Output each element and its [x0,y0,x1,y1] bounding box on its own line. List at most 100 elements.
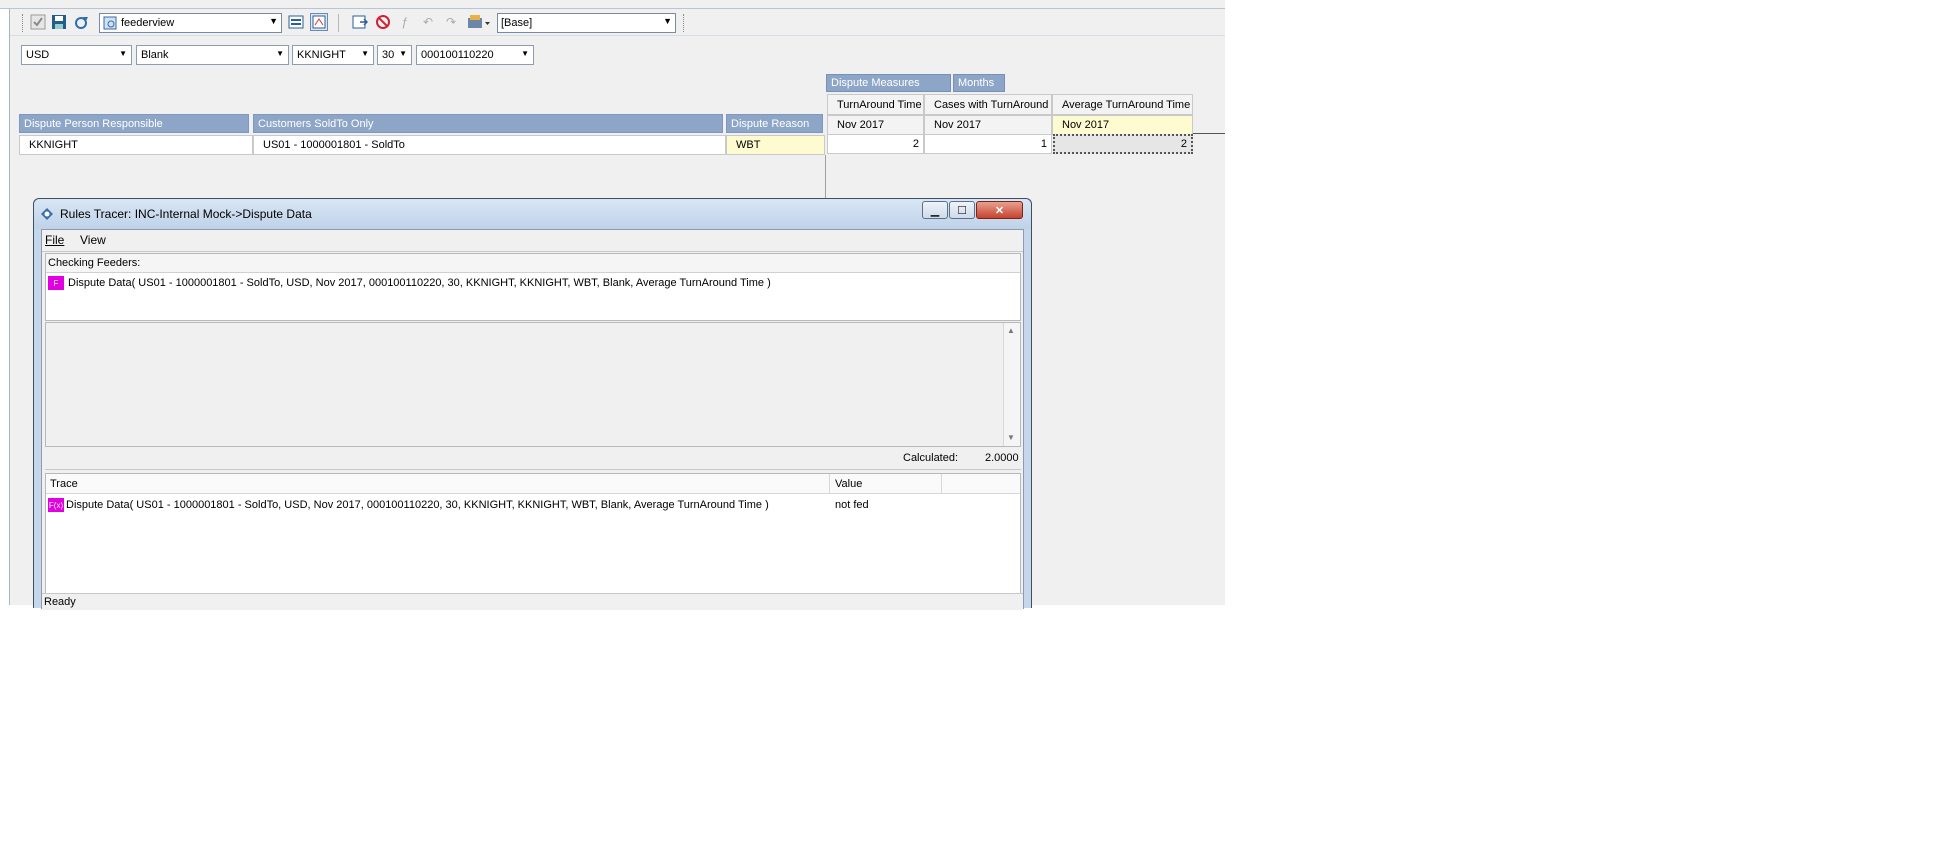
row-dimension-reason[interactable]: Dispute Reason [726,114,823,133]
minimize-icon: ▁ [930,204,940,217]
feeder-detail-panel: ▲ ▼ [45,322,1021,447]
row-dimension-person[interactable]: Dispute Person Responsible [19,114,249,133]
tracer-titlebar[interactable]: Rules Tracer: INC-Internal Mock->Dispute… [34,199,1031,229]
column-dimension-label: Dispute Measures [831,77,920,89]
sandbox-selector[interactable]: [Base] ▼ [497,13,676,33]
month-header[interactable]: Nov 2017 [924,115,1052,135]
view-selector-value: feederview [121,17,175,29]
value-cell-text: 2 [1180,138,1187,150]
function-icon: F(x) [48,498,64,512]
active-form-icon[interactable] [310,13,328,31]
row-person-cell[interactable]: KKNIGHT [19,135,253,155]
trace-column-header[interactable]: Trace [46,474,830,494]
measure-header[interactable]: Cases with TurnAround [924,94,1052,115]
row-customer-cell[interactable]: US01 - 1000001801 - SoldTo [253,135,726,155]
blank-selector[interactable]: Blank ▼ [136,45,289,65]
view-selector[interactable]: feederview ▼ [99,13,282,33]
trace-table: Trace Value F(x) Dispute Data( US01 - 10… [45,473,1021,610]
status-bar: Ready [42,593,1023,610]
month-header[interactable]: Nov 2017 [827,115,924,135]
sandbox-icon[interactable] [466,13,492,31]
person-selector[interactable]: KKNIGHT ▼ [292,45,374,65]
tracer-app-icon [40,207,54,221]
row-dimension-label: Dispute Person Responsible [24,117,163,130]
close-button[interactable]: ✕ [976,201,1023,219]
rules-tracer-window: Rules Tracer: INC-Internal Mock->Dispute… [33,198,1032,610]
trace-column-label: Trace [50,478,78,490]
row-dimension-label: Dispute Reason [731,117,810,130]
checking-feeders-label: Checking Feeders: [48,257,141,269]
days-selector[interactable]: 30 ▼ [377,45,412,65]
save-icon[interactable] [50,13,68,31]
grid-divider [1193,133,1225,134]
vertical-scrollbar[interactable]: ▲ ▼ [1003,323,1020,446]
scroll-down-icon[interactable]: ▼ [1007,433,1015,442]
scroll-up-icon[interactable]: ▲ [1007,326,1015,335]
chevron-down-icon: ▼ [361,49,369,58]
measure-header[interactable]: TurnAround Time [827,94,924,115]
value-cell-text: 2 [912,138,919,150]
menu-file-label: File [45,233,65,247]
chevron-down-icon: ▼ [269,16,278,26]
menu-view-label: View [80,233,106,247]
maximize-icon: ☐ [957,204,967,217]
column-dimension-months[interactable]: Months [953,74,1005,92]
close-icon: ✕ [994,204,1005,217]
view-icon [103,16,117,30]
checkmark-icon[interactable] [29,13,47,31]
measure-header[interactable]: Average TurnAround Time [1052,94,1193,115]
toolbar-grip[interactable] [22,14,24,32]
month-header-label: Nov 2017 [837,119,885,131]
value-column-header[interactable]: Value [831,474,942,494]
minimize-button[interactable]: ▁ [922,201,948,219]
month-header-label: Nov 2017 [934,119,982,131]
row-reason-cell[interactable]: WBT [726,135,825,155]
toolbar-grip [683,14,685,32]
trace-entry-label: Dispute Data( US01 - 1000001801 - SoldTo… [66,499,769,511]
value-cell-selected[interactable]: 2 [1053,134,1193,154]
trace-row[interactable]: F(x) Dispute Data( US01 - 1000001801 - S… [48,497,1018,515]
calculated-value: 2.0000 [985,452,1019,464]
measure-header-label: Average TurnAround Time [1062,98,1191,111]
feeder-entry[interactable]: F Dispute Data( US01 - 1000001801 - Sold… [48,276,771,290]
recalculate-icon[interactable] [73,13,91,31]
redo-icon: ↷ [445,15,457,29]
person-selector-value: KKNIGHT [297,49,346,61]
value-cell[interactable]: 2 [827,134,924,154]
checking-feeders-panel: Checking Feeders: F Dispute Data( US01 -… [45,253,1021,321]
menu-file[interactable]: File [45,233,64,247]
measure-header-label: TurnAround Time [837,98,922,111]
menu-view[interactable]: View [80,233,106,247]
window-left-edge [0,9,10,605]
calculated-label: Calculated: [903,452,959,464]
chevron-down-icon: ▼ [521,49,529,58]
stop-icon[interactable] [374,13,392,31]
checking-feeders-header: Checking Feeders: [46,254,1020,273]
value-cell[interactable]: 1 [924,134,1052,154]
cube-viewer-icon[interactable] [287,13,305,31]
account-selector-value: 000100110220 [421,49,494,61]
column-dimension-measures[interactable]: Dispute Measures [826,74,951,92]
maximize-button[interactable]: ☐ [949,201,975,219]
blank-selector-value: Blank [141,49,169,61]
menu-divider [42,251,1023,252]
export-icon[interactable] [351,13,369,31]
row-dimension-customer[interactable]: Customers SoldTo Only [253,114,723,133]
feeder-entry-label: Dispute Data( US01 - 1000001801 - SoldTo… [68,277,771,289]
toolbar-separator [338,14,340,32]
month-header-label: Nov 2017 [1062,119,1110,131]
currency-selector[interactable]: USD ▼ [21,45,132,65]
row-reason-label: WBT [736,139,761,151]
calculated-row: Calculated: 2.0000 [45,448,1021,470]
app-menubar [0,0,1225,9]
currency-selector-value: USD [26,49,50,61]
chevron-down-icon: ▼ [119,49,127,58]
formula-icon: ƒ [401,15,409,29]
tracer-client-area: File View Checking Feeders: F Dispute Da… [41,229,1024,610]
row-person-label: KKNIGHT [29,139,78,151]
chevron-down-icon: ▼ [276,49,284,58]
month-header[interactable]: Nov 2017 [1052,115,1193,135]
undo-icon: ↶ [422,15,434,29]
column-dimension-label: Months [958,77,995,89]
account-selector[interactable]: 000100110220 ▼ [416,45,534,65]
